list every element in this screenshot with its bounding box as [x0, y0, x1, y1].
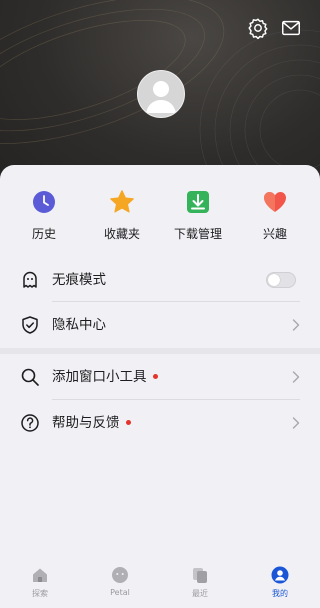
incognito-mode-row[interactable]: 无痕模式 — [0, 257, 320, 303]
heart-icon — [264, 192, 286, 212]
help-feedback-label: 帮助与反馈 — [52, 400, 131, 446]
tab-label: 最近 — [192, 589, 208, 598]
privacy-center-row[interactable]: 隐私中心 — [0, 302, 320, 348]
mail-icon[interactable] — [280, 17, 302, 39]
chevron-right-icon — [292, 371, 300, 383]
avatar[interactable] — [137, 70, 185, 118]
incognito-toggle[interactable] — [266, 272, 296, 288]
search-icon — [21, 368, 39, 386]
tab-mine[interactable]: 我的 — [250, 566, 310, 599]
tab-label: 我的 — [272, 589, 288, 598]
quick-action-favorites[interactable]: 收藏夹 — [87, 189, 157, 242]
quick-action-label: 收藏夹 — [103, 227, 140, 241]
tab-label: 探索 — [32, 589, 48, 598]
quick-action-label: 历史 — [31, 227, 56, 241]
quick-action-label: 兴趣 — [262, 227, 287, 241]
tab-petal[interactable]: Petal — [90, 566, 150, 597]
bottom-tab-bar: 探索 Petal 最近 我的 — [0, 558, 320, 608]
home-icon — [33, 568, 47, 582]
tab-recent[interactable]: 最近 — [170, 566, 230, 599]
clock-icon — [33, 191, 55, 213]
quick-action-history[interactable]: 历史 — [9, 189, 79, 242]
incognito-mode-label: 无痕模式 — [52, 272, 106, 288]
shield-check-icon — [22, 316, 38, 334]
profile-content: 历史 收藏夹 下载管理 兴趣 无痕模式 隐私中心 添加窗口小工具 帮助与反馈 — [0, 165, 320, 608]
help-feedback-text: 帮助与反馈 — [52, 415, 120, 431]
quick-actions: 历史 收藏夹 下载管理 兴趣 — [0, 189, 320, 249]
chevron-right-icon — [292, 417, 300, 429]
ghost-icon — [23, 271, 37, 288]
add-widget-row[interactable]: 添加窗口小工具 — [0, 354, 320, 400]
petal-icon — [112, 567, 128, 583]
download-icon — [187, 191, 209, 213]
tab-explore[interactable]: 探索 — [10, 566, 70, 599]
tab-label: Petal — [110, 588, 130, 597]
quick-action-label: 下载管理 — [173, 227, 222, 241]
profile-icon — [271, 566, 289, 584]
question-icon — [21, 414, 39, 432]
star-icon — [110, 190, 134, 213]
quick-action-interests[interactable]: 兴趣 — [240, 189, 310, 242]
toggle-knob — [268, 274, 280, 286]
notification-dot — [125, 419, 131, 425]
chevron-right-icon — [292, 319, 300, 331]
notification-dot — [152, 373, 158, 379]
profile-header — [0, 0, 320, 190]
recent-icon — [193, 568, 207, 583]
quick-action-downloads[interactable]: 下载管理 — [163, 189, 233, 242]
gear-icon[interactable] — [247, 17, 269, 39]
add-widget-text: 添加窗口小工具 — [52, 369, 147, 385]
default-avatar-icon — [146, 81, 176, 113]
add-widget-label: 添加窗口小工具 — [52, 354, 158, 400]
privacy-center-label: 隐私中心 — [52, 317, 106, 333]
help-feedback-row[interactable]: 帮助与反馈 — [0, 400, 320, 446]
